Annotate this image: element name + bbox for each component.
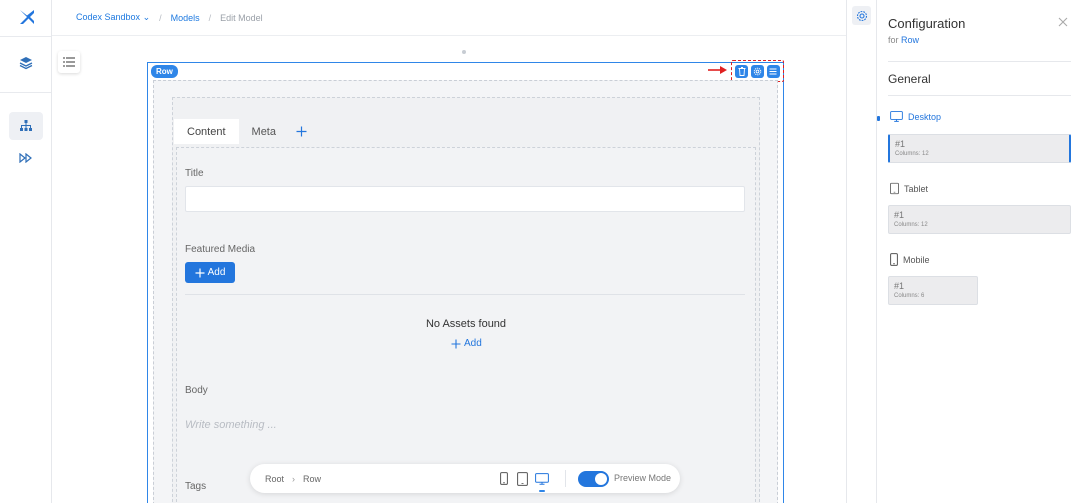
toggle-knob bbox=[595, 473, 607, 485]
breakpoint-tablet-row[interactable]: #1 Columns: 12 bbox=[888, 205, 1071, 234]
chevron-right-icon: › bbox=[292, 473, 296, 484]
sidebar-divider bbox=[0, 92, 51, 93]
divider bbox=[888, 61, 1071, 62]
link-icon bbox=[19, 153, 32, 163]
list-icon bbox=[63, 57, 75, 67]
device-mobile-button[interactable] bbox=[500, 471, 508, 486]
trash-icon bbox=[738, 66, 746, 76]
breakpoint-label: Mobile bbox=[903, 254, 930, 265]
add-tab-button[interactable] bbox=[289, 119, 313, 144]
panel-subtitle: for Row bbox=[888, 35, 919, 45]
breadcrumb-workspace[interactable]: Codex Sandbox ⌄ bbox=[76, 12, 150, 23]
tab-content[interactable]: Content bbox=[174, 119, 239, 144]
configuration-button[interactable] bbox=[852, 6, 871, 25]
active-indicator bbox=[877, 116, 880, 121]
divider bbox=[565, 470, 566, 487]
breadcrumb-separator: / bbox=[159, 12, 162, 23]
breakpoint-desktop-row[interactable]: #1 Columns: 12 bbox=[888, 134, 1071, 163]
plus-icon bbox=[451, 339, 461, 348]
breakpoint-label: Desktop bbox=[908, 111, 942, 122]
content-tabs: Content Meta bbox=[174, 119, 313, 144]
tablet-icon bbox=[517, 471, 528, 486]
close-icon[interactable] bbox=[1057, 16, 1069, 28]
row-item-number: #1 bbox=[894, 210, 905, 220]
menu-icon bbox=[769, 68, 777, 74]
delete-button[interactable] bbox=[735, 64, 749, 78]
gear-icon bbox=[753, 67, 762, 75]
breakpoint-tablet[interactable]: Tablet bbox=[890, 182, 928, 195]
sitemap-icon bbox=[20, 120, 32, 131]
row-item-number: #1 bbox=[894, 281, 905, 291]
app: Codex Sandbox ⌄ / Models / Edit Model Ro… bbox=[0, 0, 1080, 503]
mobile-icon bbox=[500, 472, 508, 485]
menu-button[interactable] bbox=[766, 64, 780, 78]
desktop-icon bbox=[890, 111, 903, 122]
panel-subtitle-prefix: for bbox=[888, 35, 899, 45]
path-root[interactable]: Root bbox=[265, 474, 284, 484]
sidebar-item-integrations[interactable] bbox=[9, 144, 43, 172]
row-item-number: #1 bbox=[895, 139, 906, 149]
tablet-icon bbox=[890, 182, 899, 195]
gear-icon bbox=[856, 10, 867, 21]
add-asset-link[interactable]: Add bbox=[451, 338, 482, 349]
row-columns: Columns: 6 bbox=[894, 293, 925, 299]
divider bbox=[888, 95, 1071, 96]
editor-canvas: Row Content Meta Title Featured Media Ad… bbox=[52, 36, 846, 503]
breadcrumb-separator: / bbox=[208, 12, 212, 23]
row-drag-handle[interactable] bbox=[462, 50, 466, 54]
row-columns: Columns: 12 bbox=[895, 151, 929, 157]
plus-icon bbox=[195, 268, 205, 277]
mobile-icon bbox=[890, 253, 898, 266]
add-asset-label: Add bbox=[464, 338, 482, 349]
breakpoint-label: Tablet bbox=[904, 183, 929, 194]
body-editor[interactable]: Write something ... bbox=[185, 419, 277, 431]
body-label: Body bbox=[185, 385, 208, 396]
sidebar-item-structure[interactable] bbox=[9, 112, 43, 140]
title-label: Title bbox=[185, 168, 204, 179]
logo-icon[interactable] bbox=[18, 9, 36, 27]
plus-icon bbox=[296, 126, 306, 137]
breakpoint-mobile-row[interactable]: #1 Columns: 6 bbox=[888, 276, 978, 305]
active-device-indicator bbox=[539, 490, 545, 492]
tags-label: Tags bbox=[185, 481, 207, 492]
left-sidebar bbox=[0, 0, 52, 503]
breadcrumb-workspace-label: Codex Sandbox bbox=[76, 12, 141, 22]
sidebar-item-layers[interactable] bbox=[9, 49, 43, 77]
featured-media-label: Featured Media bbox=[185, 244, 256, 255]
outline-toggle-button[interactable] bbox=[58, 51, 80, 73]
panel-subtitle-target[interactable]: Row bbox=[901, 35, 919, 45]
tab-meta[interactable]: Meta bbox=[239, 119, 289, 144]
section-title: General bbox=[888, 72, 931, 86]
add-media-button[interactable]: Add bbox=[185, 262, 235, 283]
sidebar-divider bbox=[0, 36, 51, 37]
desktop-icon bbox=[535, 472, 549, 485]
panel-title: Configuration bbox=[888, 16, 966, 31]
arrow-right-icon bbox=[708, 66, 727, 74]
divider bbox=[185, 294, 745, 295]
breakpoint-mobile[interactable]: Mobile bbox=[890, 253, 930, 266]
configuration-panel: Configuration for Row General Desktop #1… bbox=[876, 0, 1080, 503]
row-toolbar bbox=[731, 60, 784, 82]
row-columns: Columns: 12 bbox=[894, 222, 928, 228]
device-desktop-button[interactable] bbox=[535, 471, 549, 486]
device-tablet-button[interactable] bbox=[517, 471, 528, 486]
preview-mode-label: Preview Mode bbox=[614, 473, 672, 483]
path-current[interactable]: Row bbox=[303, 474, 321, 484]
preview-mode-toggle[interactable] bbox=[578, 471, 609, 487]
chevron-down-icon: ⌄ bbox=[142, 12, 151, 22]
panel-rail bbox=[846, 0, 876, 503]
layers-icon bbox=[19, 57, 33, 70]
row-badge[interactable]: Row bbox=[151, 65, 178, 78]
empty-state-text: No Assets found bbox=[425, 318, 507, 330]
settings-button[interactable] bbox=[750, 64, 764, 78]
breadcrumb-current: Edit Model bbox=[220, 12, 263, 23]
breakpoint-desktop[interactable]: Desktop bbox=[890, 111, 941, 122]
add-media-label: Add bbox=[207, 267, 226, 278]
bottom-toolbar: Root › Row Preview Mode bbox=[250, 464, 680, 493]
breadcrumb-models[interactable]: Models bbox=[171, 13, 200, 23]
title-input[interactable] bbox=[185, 186, 745, 212]
breadcrumb: Codex Sandbox ⌄ / Models / Edit Model bbox=[52, 0, 846, 36]
